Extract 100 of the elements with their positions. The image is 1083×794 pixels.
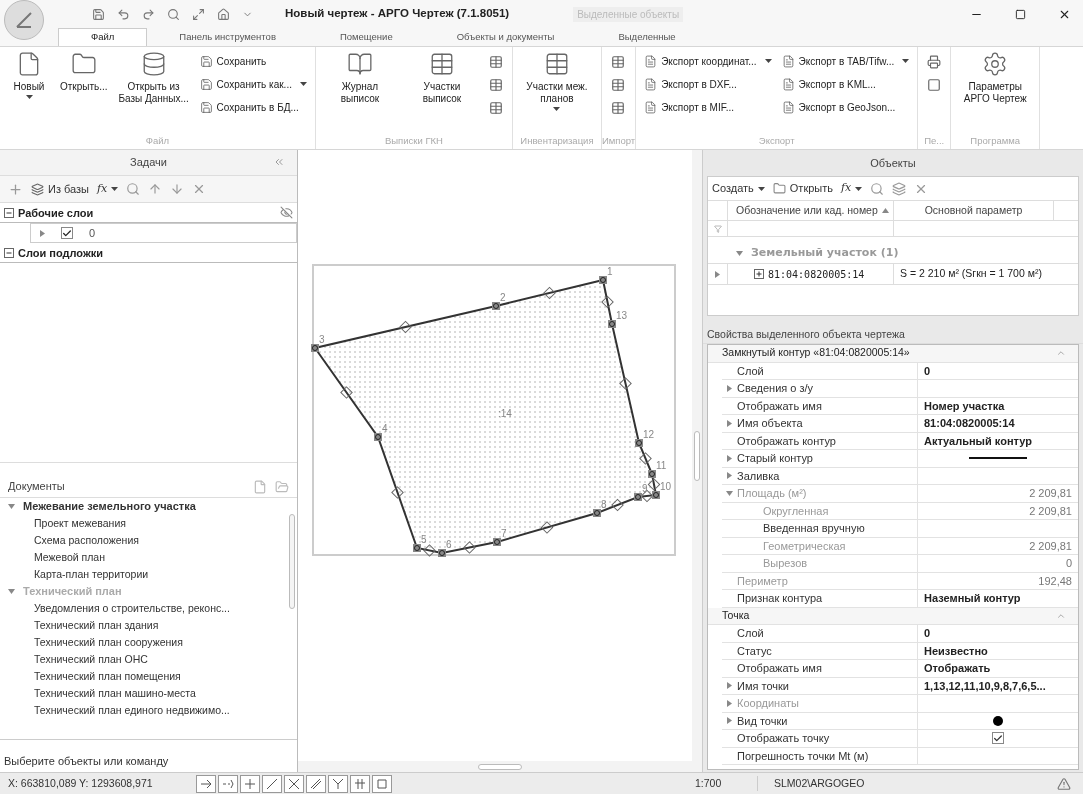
floppy-icon xyxy=(199,54,213,68)
ribbon-button[interactable]: Открыть из Базы Данных... xyxy=(113,47,194,134)
caret-icon xyxy=(111,187,119,192)
ribbon-button[interactable]: Экспорт в KML... xyxy=(777,74,914,94)
sort-arrow-icon[interactable] xyxy=(881,207,889,214)
scrollbar[interactable] xyxy=(692,150,702,761)
layers-icon[interactable] xyxy=(892,181,907,196)
panel-title: Свойства выделенного объекта чертежа xyxy=(707,326,905,342)
ribbon-button[interactable]: Сохранить в БД... xyxy=(195,97,311,117)
ribbon-button[interactable]: Журнал выписок xyxy=(319,47,400,134)
expanded-arrow-icon[interactable] xyxy=(736,249,743,257)
function-button[interactable]: fx xyxy=(841,180,863,197)
zoom-extents-icon[interactable] xyxy=(192,7,205,21)
ribbon-button[interactable]: Экспорт в DXF... xyxy=(640,74,776,94)
ribbon-tab[interactable]: Объекты и документы xyxy=(424,28,587,46)
search-icon[interactable] xyxy=(126,182,141,197)
property-value-cell[interactable]: Отображать xyxy=(918,660,1078,678)
ribbon-button[interactable]: Экспорт в MIF... xyxy=(640,97,776,117)
property-value-cell[interactable]: 0 xyxy=(918,362,1078,380)
property-value-cell[interactable]: 81:04:0820005:14 xyxy=(918,415,1078,433)
move-up-icon[interactable] xyxy=(148,182,163,197)
snap-mode-icon[interactable] xyxy=(328,774,348,793)
layer-group-label[interactable]: Слои подложки xyxy=(18,244,103,262)
ribbon-button[interactable]: Сохранить xyxy=(195,51,311,71)
column-header[interactable]: Обозначение или кад. номер xyxy=(728,201,894,220)
maximize-icon[interactable] xyxy=(1015,8,1026,20)
add-icon[interactable] xyxy=(8,181,23,197)
snap-mode-icon[interactable] xyxy=(350,774,370,793)
section-header[interactable]: Замкнутый контур «81:04:0820005:14» xyxy=(708,345,1078,363)
app-logo-icon[interactable] xyxy=(4,0,44,40)
collapse-toggle-icon[interactable] xyxy=(4,247,14,258)
property-value-cell[interactable]: 1,13,12,11,10,9,8,7,6,5... xyxy=(918,677,1078,695)
scrollbar[interactable] xyxy=(298,761,702,772)
document-item[interactable]: Межевой план xyxy=(0,548,287,566)
layer-row[interactable]: 0 xyxy=(30,223,297,244)
row-pointer-icon[interactable] xyxy=(38,229,46,237)
from-db-button[interactable]: Из базы xyxy=(31,180,89,198)
checkbox[interactable] xyxy=(992,732,1004,745)
property-value-cell[interactable]: Наземный контур xyxy=(918,590,1078,608)
ribbon-group-label: Инвентаризация xyxy=(519,134,595,148)
property-value-cell[interactable]: Актуальный контур xyxy=(918,432,1078,450)
collapsed-arrow-icon[interactable] xyxy=(726,682,733,690)
function-button[interactable]: fx xyxy=(97,180,119,198)
ribbon-tab[interactable]: Панель инструментов xyxy=(147,28,308,46)
ribbon-tab[interactable]: Выделенные xyxy=(586,28,708,46)
open-button[interactable]: Открыть xyxy=(772,180,833,197)
layer-group-label[interactable]: Рабочие слои xyxy=(18,204,94,222)
collapsed-arrow-icon[interactable] xyxy=(726,419,733,427)
collapse-toggle-icon[interactable] xyxy=(4,207,14,218)
snap-mode-icon[interactable] xyxy=(196,774,216,793)
check-icon xyxy=(62,227,72,239)
snap-mode-icon[interactable] xyxy=(306,774,326,793)
ribbon-button[interactable]: Открыть... xyxy=(56,47,112,134)
ribbon-button[interactable]: Участки меж. планов xyxy=(516,47,597,134)
document-item[interactable]: Проект межевания xyxy=(0,514,287,532)
snap-mode-icon[interactable] xyxy=(262,774,282,793)
ribbon-button[interactable]: Сохранить как... xyxy=(195,74,311,94)
hidden-eye-icon[interactable] xyxy=(280,206,293,220)
document-item[interactable]: Карта-план территории xyxy=(0,565,287,583)
column-header[interactable]: Основной параметр xyxy=(894,201,1054,220)
collapsed-arrow-icon[interactable] xyxy=(726,717,733,725)
point-label: 1 xyxy=(607,266,613,277)
collapsed-arrow-icon[interactable] xyxy=(726,454,733,462)
save-icon[interactable] xyxy=(92,7,105,21)
table-row[interactable]: 81:04:0820005:14 S = 2 210 м² (Sгкн = 1 700 м²) xyxy=(708,263,1078,285)
window-title: Новый чертеж - АРГО Чертеж (7.1.8051) xyxy=(285,6,510,22)
collapsed-arrow-icon[interactable] xyxy=(726,472,733,480)
property-value-cell[interactable]: 0 xyxy=(918,625,1078,643)
ribbon-button[interactable]: Участки выписок xyxy=(401,47,482,134)
snap-mode-icon[interactable] xyxy=(218,774,238,793)
row-pointer-icon[interactable] xyxy=(714,270,721,278)
ribbon-tab[interactable]: Помещение xyxy=(307,28,425,46)
property-value-cell[interactable] xyxy=(918,730,1078,748)
snap-mode-icon[interactable] xyxy=(284,774,304,793)
expanded-arrow-icon[interactable] xyxy=(8,502,15,510)
create-button[interactable]: Создать xyxy=(712,180,765,197)
layer-checkbox[interactable] xyxy=(61,227,73,240)
ribbon-group-label: Файл xyxy=(144,134,171,148)
document-item[interactable]: Схема расположения xyxy=(0,531,287,549)
warning-icon[interactable] xyxy=(1057,776,1071,791)
document-group-label[interactable]: Межевание земельного участка xyxy=(23,498,196,515)
undo-icon[interactable] xyxy=(117,7,130,21)
home-icon[interactable] xyxy=(217,7,230,21)
ribbon-button[interactable]: Параметры АРГО Чертеж xyxy=(955,47,1036,134)
zoom-icon[interactable] xyxy=(167,7,180,21)
expand-toggle-icon[interactable] xyxy=(754,269,764,279)
new-document-icon[interactable] xyxy=(253,479,267,494)
property-value-cell[interactable]: Неизвестно xyxy=(918,642,1078,660)
property-value: 81:04:0820005:14 xyxy=(924,416,1015,431)
ribbon-button[interactable]: Новый xyxy=(4,47,54,134)
ribbon-button[interactable]: Экспорт в GeoJson... xyxy=(777,97,914,117)
search-icon[interactable] xyxy=(870,181,885,196)
collapsed-arrow-icon[interactable] xyxy=(726,384,733,392)
open-folder-icon[interactable] xyxy=(275,479,289,494)
point-label: 12 xyxy=(643,429,655,440)
redo-icon[interactable] xyxy=(142,7,155,21)
ribbon-tab[interactable]: Файл xyxy=(58,28,148,46)
ribbon-button[interactable]: Экспорт в TAB/Tifw... xyxy=(777,51,914,71)
property-value-cell[interactable]: Номер участка xyxy=(918,397,1078,415)
ribbon-button[interactable]: Экспорт координат... xyxy=(640,51,776,71)
